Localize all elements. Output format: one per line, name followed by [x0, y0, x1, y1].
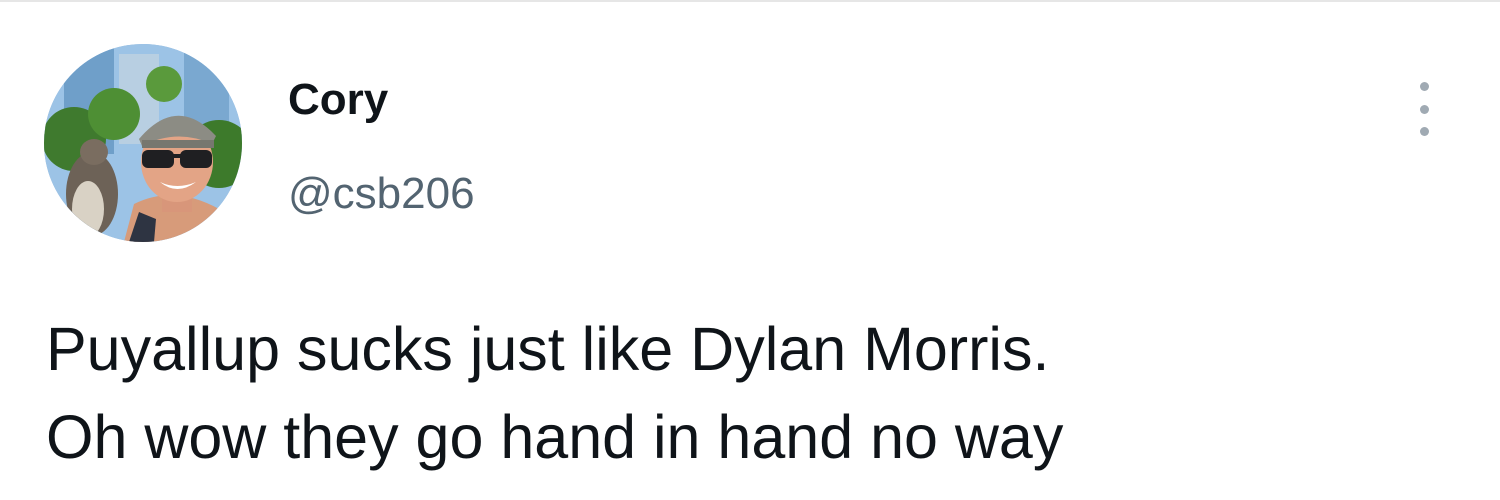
- tweet-text-line: Puyallup sucks just like Dylan Morris.: [46, 315, 1050, 383]
- avatar-photo: [44, 44, 242, 242]
- avatar[interactable]: [44, 44, 242, 242]
- author-display-name[interactable]: Cory: [288, 72, 388, 128]
- more-options-icon[interactable]: [1404, 82, 1444, 136]
- more-dot: [1419, 127, 1429, 136]
- tweet-text: Puyallup sucks just like Dylan Morris. O…: [46, 305, 1466, 481]
- author-handle[interactable]: @csb206: [288, 166, 475, 222]
- more-dot: [1419, 82, 1429, 91]
- tweet-card: Cory @csb206 Puyallup sucks just like Dy…: [0, 0, 1500, 500]
- more-dot: [1419, 104, 1429, 114]
- tweet-text-line: Oh wow they go hand in hand no way: [46, 403, 1064, 471]
